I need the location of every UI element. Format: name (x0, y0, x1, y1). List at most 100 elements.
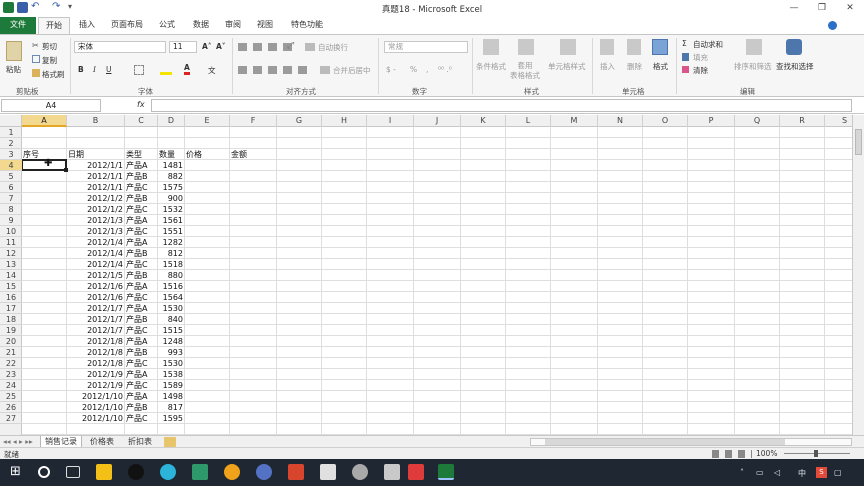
fill-button[interactable]: 填充 (693, 52, 708, 63)
sort-filter-button[interactable]: 排序和筛选 (734, 61, 772, 72)
column-header-q[interactable]: Q (735, 115, 780, 127)
zoom-slider-thumb[interactable] (814, 450, 818, 457)
insert-function-button[interactable]: fx (137, 100, 145, 109)
find-select-icon[interactable] (786, 39, 802, 55)
date-cell[interactable]: 2012/1/8 (67, 347, 125, 358)
row-header-21[interactable]: 21 (0, 347, 22, 358)
row-header-10[interactable]: 10 (0, 226, 22, 237)
quantity-cell[interactable]: 880 (158, 270, 185, 281)
autosum-icon[interactable]: Σ (682, 39, 687, 48)
column-header-f[interactable]: F (230, 115, 277, 127)
format-as-table-icon[interactable] (518, 39, 534, 55)
date-cell[interactable]: 2012/1/2 (67, 193, 125, 204)
sogou-ime-icon[interactable]: S (816, 467, 827, 478)
italic-icon[interactable]: I (93, 65, 96, 74)
border-icon[interactable] (134, 65, 144, 75)
column-header-n[interactable]: N (598, 115, 643, 127)
paste-button[interactable]: 粘贴 (6, 64, 21, 75)
row-header-7[interactable]: 7 (0, 193, 22, 204)
row-header-12[interactable]: 12 (0, 248, 22, 259)
row-header-22[interactable]: 22 (0, 358, 22, 369)
file-explorer-icon[interactable] (96, 464, 112, 480)
type-cell[interactable]: 产品C (125, 259, 158, 270)
windows-start-icon[interactable]: ⊞ (10, 464, 26, 480)
percent-icon[interactable]: % (410, 65, 417, 74)
date-cell[interactable]: 2012/1/4 (67, 248, 125, 259)
date-cell[interactable]: 2012/1/6 (67, 292, 125, 303)
quantity-cell[interactable]: 1481 (158, 160, 185, 171)
type-cell[interactable]: 产品A (125, 369, 158, 380)
column-header-h[interactable]: H (322, 115, 367, 127)
browser-icon[interactable] (160, 464, 176, 480)
tab-review[interactable]: 审阅 (218, 17, 248, 34)
quantity-cell[interactable]: 1530 (158, 358, 185, 369)
phonetic-icon[interactable]: 文 (208, 65, 216, 76)
type-cell[interactable]: 产品A (125, 160, 158, 171)
copy-icon[interactable] (32, 55, 40, 63)
header-cell-e[interactable]: 价格 (185, 149, 230, 160)
date-cell[interactable]: 2012/1/8 (67, 358, 125, 369)
search-icon[interactable] (38, 466, 50, 478)
grow-font-icon[interactable]: A˄ (202, 42, 212, 51)
quantity-cell[interactable]: 1515 (158, 325, 185, 336)
type-cell[interactable]: 产品C (125, 292, 158, 303)
fill-icon[interactable] (682, 53, 689, 61)
comma-icon[interactable]: , (426, 65, 428, 74)
type-cell[interactable]: 产品C (125, 204, 158, 215)
paste-icon[interactable] (6, 41, 22, 61)
date-cell[interactable]: 2012/1/3 (67, 215, 125, 226)
row-header-2[interactable]: 2 (0, 138, 22, 149)
quantity-cell[interactable]: 1282 (158, 237, 185, 248)
date-cell[interactable]: 2012/1/1 (67, 160, 125, 171)
quantity-cell[interactable]: 1248 (158, 336, 185, 347)
column-header-l[interactable]: L (506, 115, 551, 127)
row-header-5[interactable]: 5 (0, 171, 22, 182)
type-cell[interactable]: 产品A (125, 215, 158, 226)
date-cell[interactable]: 2012/1/6 (67, 281, 125, 292)
zoom-level[interactable]: 100% (756, 449, 777, 458)
format-as-table-button[interactable]: 套用 表格格式 (510, 61, 540, 81)
picture-icon[interactable] (320, 464, 336, 480)
remote-app-icon[interactable] (256, 464, 272, 480)
date-cell[interactable]: 2012/1/7 (67, 314, 125, 325)
type-cell[interactable]: 产品A (125, 237, 158, 248)
row-header-26[interactable]: 26 (0, 402, 22, 413)
merge-center-button[interactable]: 合并后居中 (333, 65, 371, 76)
row-header-9[interactable]: 9 (0, 215, 22, 226)
number-format-select[interactable]: 常规 (384, 41, 468, 53)
shrink-font-icon[interactable]: A˅ (216, 42, 226, 51)
type-cell[interactable]: 产品C (125, 380, 158, 391)
row-header-18[interactable]: 18 (0, 314, 22, 325)
type-cell[interactable]: 产品C (125, 325, 158, 336)
quantity-cell[interactable]: 1516 (158, 281, 185, 292)
find-select-button[interactable]: 查找和选择 (776, 61, 814, 72)
quantity-cell[interactable]: 1518 (158, 259, 185, 270)
sheet-nav-icon[interactable]: ◂◂ ◂ ▸ ▸▸ (3, 437, 33, 446)
money-icon[interactable] (192, 464, 208, 480)
type-cell[interactable]: 产品C (125, 226, 158, 237)
date-cell[interactable]: 2012/1/9 (67, 380, 125, 391)
orientation-icon[interactable]: ⤢ (287, 41, 294, 51)
tab-page-layout[interactable]: 页面布局 (104, 17, 150, 34)
type-cell[interactable]: 产品B (125, 314, 158, 325)
row-header-24[interactable]: 24 (0, 380, 22, 391)
volume-icon[interactable]: ◁ (774, 468, 780, 477)
column-header-o[interactable]: O (643, 115, 688, 127)
sort-filter-icon[interactable] (746, 39, 762, 55)
date-cell[interactable]: 2012/1/10 (67, 402, 125, 413)
input-method-indicator[interactable]: 中 (798, 468, 806, 479)
format-cells-icon[interactable] (652, 39, 668, 55)
network-icon[interactable]: ▭ (756, 468, 764, 477)
cut-button[interactable]: 剪切 (42, 41, 57, 52)
type-cell[interactable]: 产品C (125, 182, 158, 193)
qq-icon[interactable] (128, 464, 144, 480)
date-cell[interactable]: 2012/1/5 (67, 270, 125, 281)
format-cells-button[interactable]: 格式 (653, 61, 668, 72)
type-cell[interactable]: 产品B (125, 193, 158, 204)
column-header-k[interactable]: K (461, 115, 506, 127)
copy-button[interactable]: 复制 (42, 55, 57, 66)
format-painter-button[interactable]: 格式刷 (42, 69, 65, 80)
conditional-format-icon[interactable] (483, 39, 499, 55)
date-cell[interactable]: 2012/1/9 (67, 369, 125, 380)
worksheet-grid[interactable]: 序号 日期 类型 数量 价格 金额 2012/1/1 产品A 1481 2012/1/1 产品B 88… (22, 127, 852, 435)
